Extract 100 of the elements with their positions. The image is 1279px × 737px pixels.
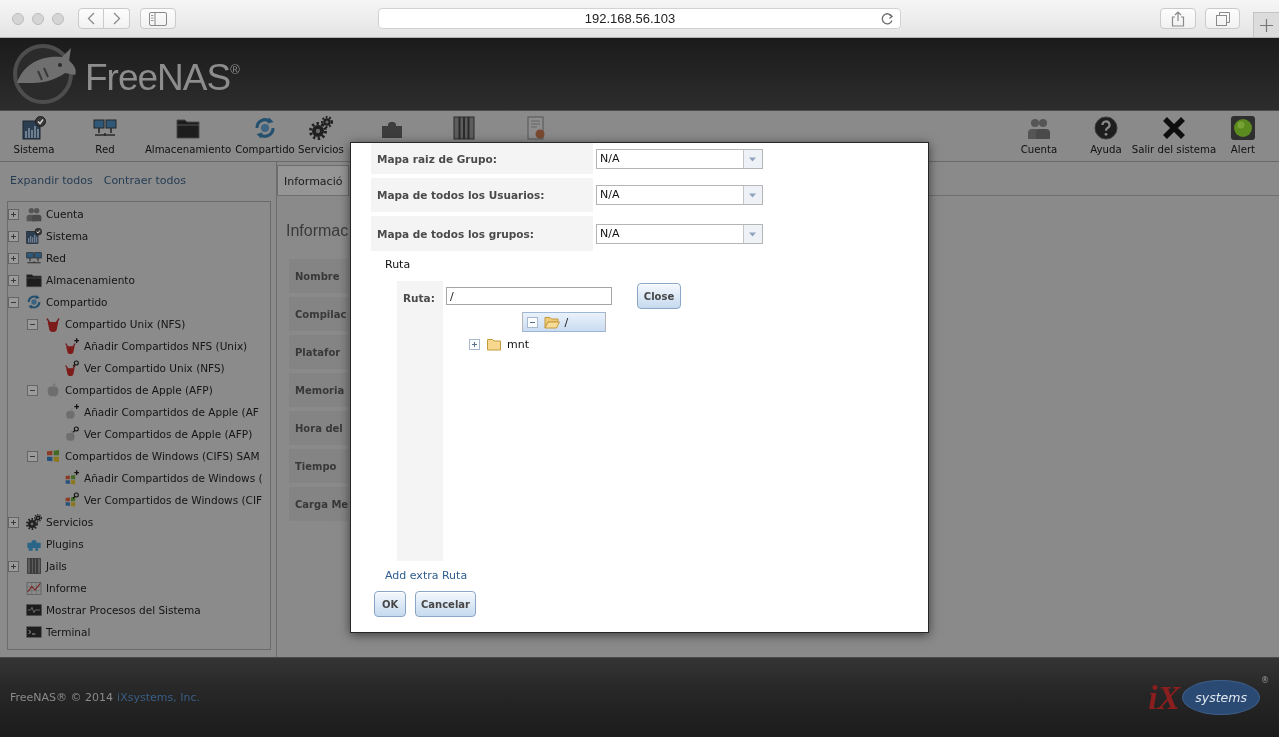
address-field[interactable]: 192.168.56.103 [378,8,901,29]
bars-icon[interactable] [452,116,476,140]
tab[interactable]: Informació [277,165,349,195]
toolbar-button[interactable]: Cuenta [1012,111,1066,161]
chart-icon [22,116,46,140]
tree-item[interactable]: Terminal [26,621,91,643]
tree-item[interactable]: Añadir Compartidos de Apple (AF [64,401,259,423]
tree-item[interactable]: Servicios [8,511,94,533]
toolbar-button[interactable]: Red [68,111,142,161]
horned-cup-icon [45,316,61,332]
tree-item[interactable]: Jails [8,555,67,577]
toolbar-button[interactable]: Servicios [296,111,346,161]
tree-item[interactable]: Almacenamiento [8,269,135,291]
tree-item[interactable]: Informe [26,577,87,599]
plus-box-icon[interactable] [8,230,19,242]
select-field[interactable]: N/A [596,223,763,244]
monitors-icon [26,250,42,266]
toolbar-button[interactable]: Ayuda [1086,111,1126,161]
logo-letters: iX [1148,677,1181,718]
sidebar-button[interactable] [140,8,176,29]
chevron-left-icon [87,12,95,25]
minus-box-icon[interactable] [27,384,38,396]
toolbar-button[interactable]: Almacenamiento [142,111,234,161]
tree-item[interactable]: Ver Compartidos de Windows (CIF [64,489,263,511]
registered-mark: ® [1261,675,1269,686]
folder-tree-item[interactable]: / [521,312,606,332]
info-label: Tiempo [289,449,349,483]
plus-box-icon[interactable] [8,252,19,264]
share-icon [1171,10,1185,27]
info-label: Memoria [289,373,349,407]
tree-action-link[interactable]: Expandir todos [10,174,93,188]
tree-item[interactable]: Ver Compartidos de Apple (AFP) [64,423,253,445]
folder-icon [26,272,42,288]
tree-item[interactable]: Cuenta [8,203,84,225]
info-label: Carga Me [289,487,349,521]
flag-plus-icon [64,470,80,486]
apple-magnifier-icon [64,426,80,442]
folder-icon [176,116,200,140]
ok-button[interactable]: OK [374,591,406,617]
tree-item[interactable]: Compartidos de Apple (AFP) [27,379,213,401]
tree-item[interactable]: Añadir Compartidos de Windows ( [64,467,263,489]
cross-icon [1162,116,1186,140]
plus-icon [1260,18,1273,32]
tree-item[interactable]: Ver Compartido Unix (NFS) [64,357,225,379]
chevron-right-icon [112,12,121,25]
horned-cup-magnifier-icon [64,360,80,376]
toolbar-button[interactable]: Compartido [234,111,296,161]
cancel-button[interactable]: Cancelar [415,591,476,617]
plus-box-icon[interactable] [8,274,19,286]
toolbar-button[interactable]: Sistema [0,111,68,161]
tree-item[interactable]: Mostrar Procesos del Sistema [26,599,201,621]
select-field[interactable]: N/A [596,148,763,169]
users-icon [26,206,42,222]
bars-icon [26,558,42,574]
reload-icon[interactable] [881,12,894,25]
plus-box-icon[interactable] [469,338,480,350]
minus-box-icon[interactable] [526,316,538,328]
tree-item[interactable]: Plugins [26,533,84,555]
info-label: Compilac [289,297,349,331]
back-button[interactable] [78,8,104,29]
gears-icon [26,514,42,530]
flag-icon [45,448,61,464]
tree-item[interactable]: Añadir Compartidos NFS (Unix) [64,335,248,357]
close-button[interactable]: Close [637,283,681,309]
minus-box-icon[interactable] [8,296,19,308]
forward-button[interactable] [104,8,130,29]
status-light-icon [1231,116,1255,140]
plus-box-icon[interactable] [8,208,19,220]
terminal-icon [26,624,42,640]
circular-arrows-icon [26,294,42,310]
tree-item[interactable]: Compartido [8,291,108,313]
select-field[interactable]: N/A [596,185,763,205]
tree-item[interactable]: Compartido Unix (NFS) [27,313,186,335]
field-label: Mapa de todos los Usuarios: [371,178,593,212]
field-label: Mapa raiz de Grupo: [371,143,593,174]
share-button[interactable] [1160,8,1196,29]
users-icon [1027,116,1051,140]
plus-box-icon[interactable] [8,516,19,528]
folder-icon [486,337,502,351]
toolbar-button[interactable]: Salir del sistema [1126,111,1222,161]
minus-box-icon[interactable] [27,318,38,330]
add-path-link[interactable]: Add extra Ruta [385,569,468,583]
tree-item[interactable]: Compartidos de Windows (CIFS) SAM [27,445,260,467]
info-label: Platafor [289,335,349,369]
tree-action-link[interactable]: Contraer todos [103,174,186,188]
toolbar-button[interactable]: Alert [1222,111,1264,161]
tree-item[interactable]: Sistema [8,225,89,247]
info-label: Hora del [289,411,349,445]
minus-box-icon[interactable] [27,450,38,462]
tree-item[interactable]: Red [8,247,66,269]
field-label: Mapa de todos los grupos: [371,216,593,251]
path-input[interactable]: / [446,287,612,305]
new-tab-button[interactable] [1253,12,1279,37]
tabs-button[interactable] [1205,8,1240,29]
help-icon [1094,116,1118,140]
folder-tree-item[interactable]: mnt [465,332,533,356]
vendor-logo-text: systems [1182,680,1260,715]
horned-cup-plus-icon [64,338,80,354]
plus-box-icon[interactable] [8,560,19,572]
field-label: Ruta: [403,291,435,305]
